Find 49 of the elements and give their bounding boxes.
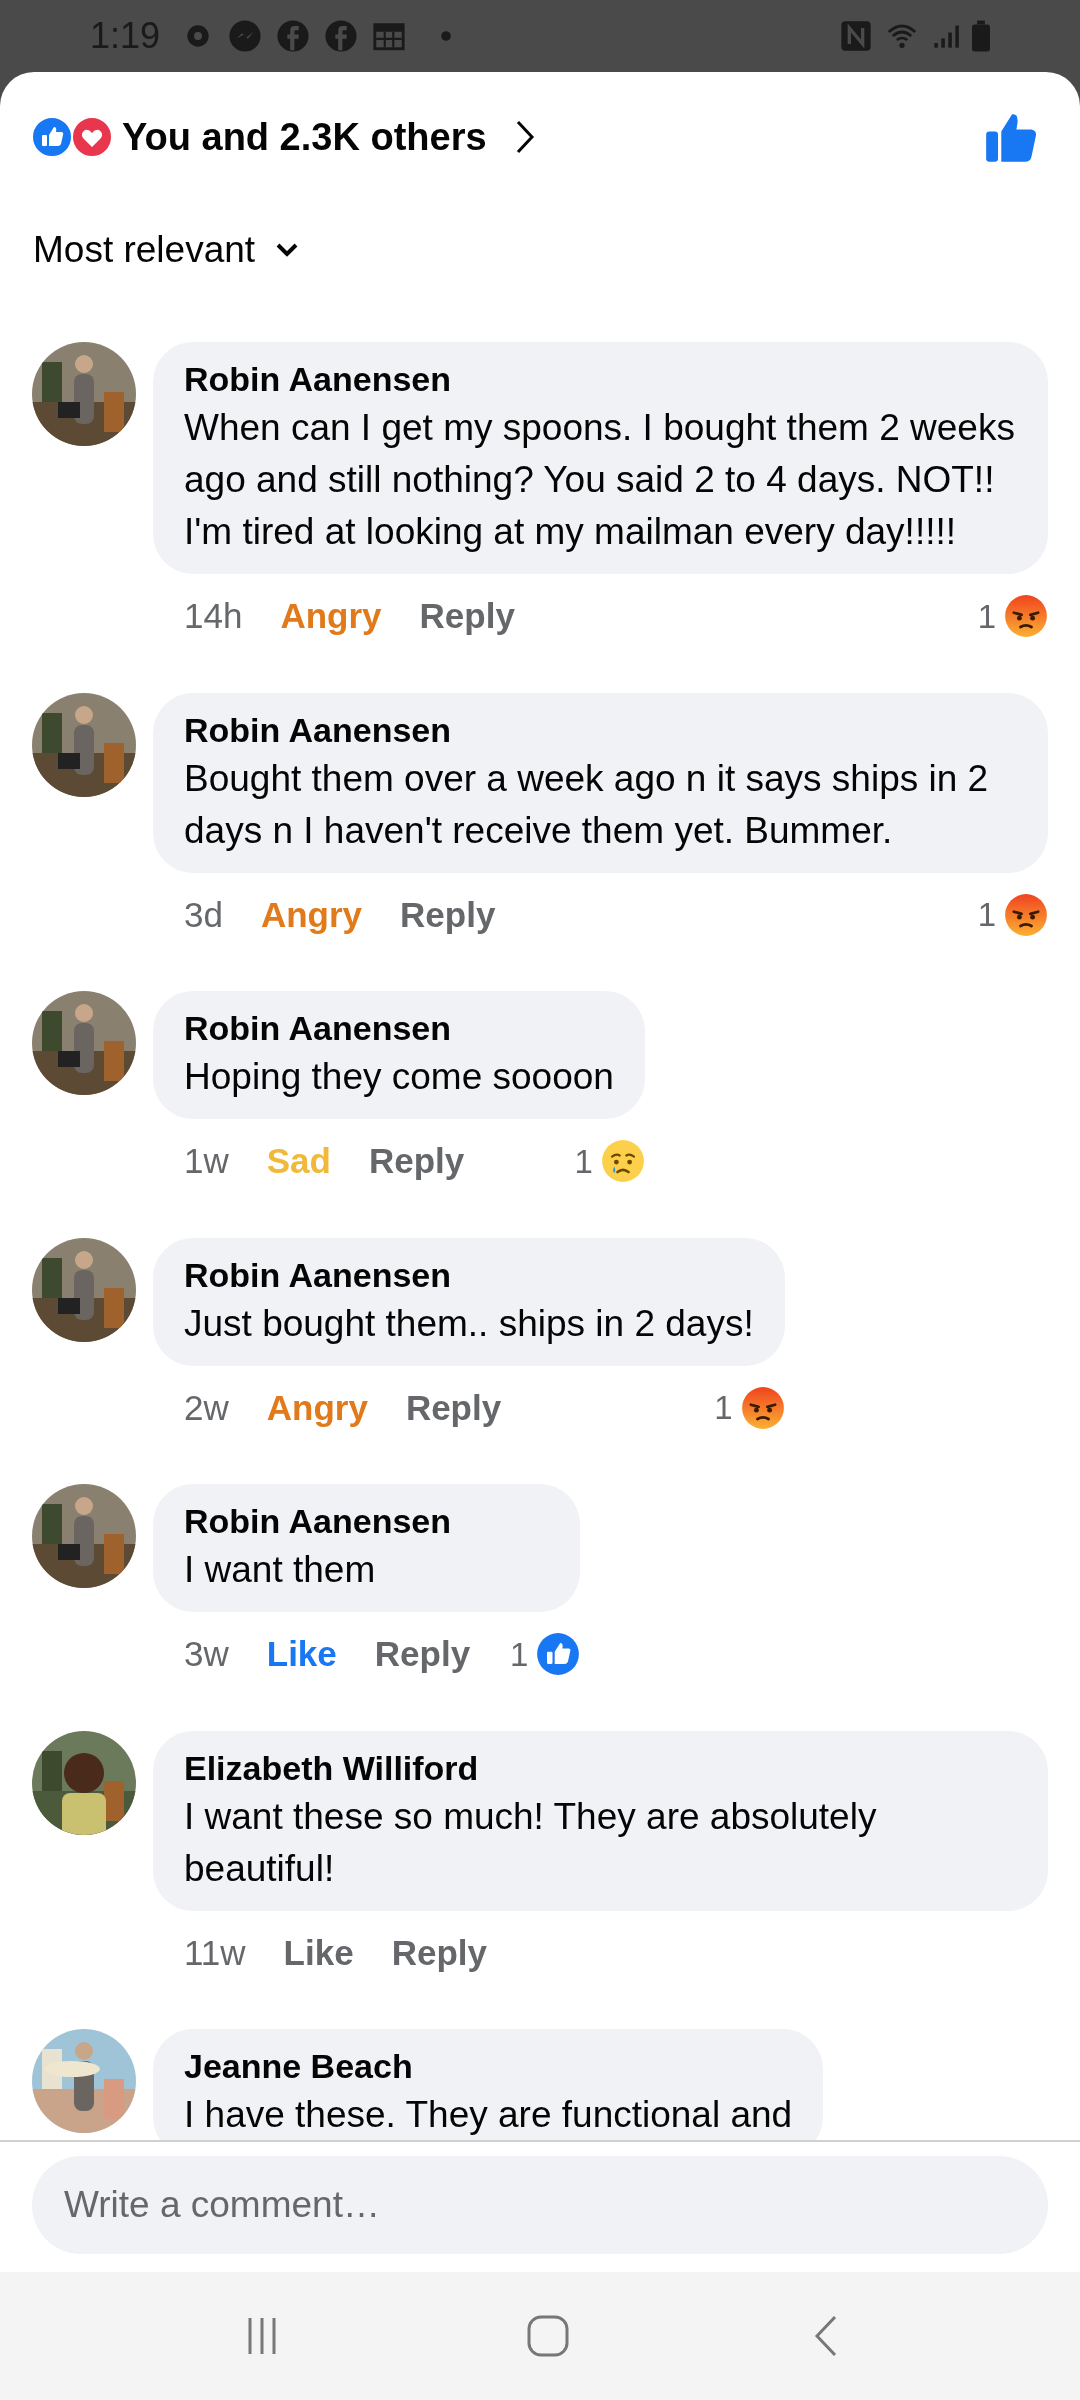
dot-icon [440,30,453,42]
reactions-summary[interactable]: You and 2.3K others [122,108,487,166]
comment-text: When can I get my spoons. I bought them 2 weeks ago and still nothing? You said 2 to 4 days. NOT!! I'm tired at looking at my mailman every day!!!!! [184,406,1016,554]
like-heart-reactions-icon [30,115,114,159]
reaction-button[interactable]: Like [266,1628,337,1681]
reaction-button[interactable]: Angry [260,888,363,941]
comment-author[interactable]: Elizabeth Williford [184,1744,1017,1791]
comment-author[interactable]: Robin Aanensen [184,1005,614,1051]
comment-time: 3d [184,893,223,936]
comment-time: 11w [184,1931,246,1974]
reaction-count: 1 [510,1634,529,1675]
reply-button[interactable]: Reply [405,1381,502,1434]
reaction-count: 1 [714,1388,733,1428]
nfc-icon [840,20,872,52]
battery-icon [972,20,990,52]
sort-dropdown[interactable]: Most relevant [33,222,300,278]
facebook-icon [276,19,311,53]
reaction-button[interactable]: Angry [266,1381,368,1434]
comment-time: 2w [184,1386,229,1429]
chevron-right-icon [514,119,535,155]
chevron-down-icon [275,242,300,258]
comment-text: I want them [184,1548,377,1592]
home-icon[interactable] [526,2314,570,2358]
comment-text: Hoping they come soooon [184,1055,614,1099]
comment-author[interactable]: Jeanne Beach [184,2043,793,2089]
reaction-button[interactable]: Angry [280,590,382,643]
comment-author[interactable]: Robin Aanensen [184,1251,754,1298]
comment-text: I want these so much! They are absolutely beautiful! [184,1794,878,1891]
comment-author[interactable]: Robin Aanensen [184,356,1017,402]
comment-text: Just bought them.. ships in 2 days! [184,1301,754,1346]
comment-text: I have these. They are functional and [184,2093,793,2137]
reply-button[interactable]: Reply [400,888,496,941]
reply-button[interactable]: Reply [368,1135,465,1188]
comment-field[interactable]: Write a comment… [32,2156,1048,2254]
comment-author[interactable]: Robin Aanensen [184,1498,550,1544]
comment-time: 14h [184,595,243,637]
reaction-button[interactable]: Like [283,1926,354,1979]
reaction-count: 1 [977,596,996,637]
reply-button[interactable]: Reply [419,590,515,643]
comment-time: 3w [184,1633,229,1675]
comment-time: 1w [184,1140,229,1182]
back-icon[interactable] [814,2314,838,2358]
reply-button[interactable]: Reply [374,1628,471,1681]
facebook-icon [324,19,359,53]
reply-button[interactable]: Reply [391,1926,487,1979]
comment-author[interactable]: Robin Aanensen [184,706,1017,753]
comment-text: Bought them over a week ago n it says ships in 2 days n I haven't receive them yet. Bummer. [184,756,990,853]
reaction-count: 1 [977,895,996,935]
reaction-count: 1 [574,1141,593,1182]
